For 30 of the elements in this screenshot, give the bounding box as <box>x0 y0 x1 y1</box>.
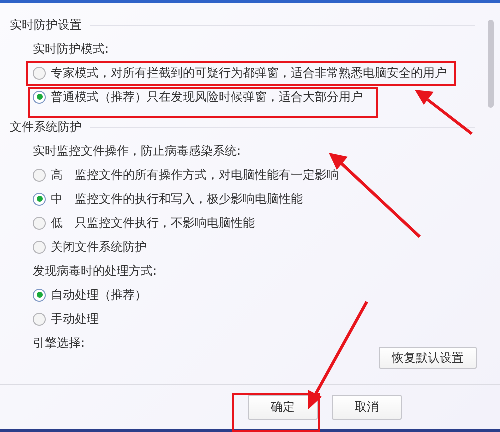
option-level: 高 <box>51 166 63 184</box>
ok-button[interactable]: 确定 <box>248 394 318 420</box>
group-label: 引擎选择: <box>32 335 86 352</box>
option-level: 低 <box>51 214 63 232</box>
group-label: 实时监控文件操作，防止病毒感染系统: <box>32 143 242 160</box>
radio-button[interactable] <box>33 312 46 326</box>
radio-button[interactable] <box>33 216 46 230</box>
radio-button[interactable] <box>33 192 46 206</box>
radio-button[interactable] <box>33 90 46 104</box>
radio-button[interactable] <box>33 288 46 302</box>
option-label[interactable]: 普通模式（推荐）只在发现风险时候弹窗，适合大部分用户 <box>51 88 363 106</box>
option-label[interactable]: 手动处理 <box>51 310 99 328</box>
option-label[interactable]: 只监控文件执行，不影响电脑性能 <box>75 214 255 232</box>
cancel-button[interactable]: 取消 <box>332 394 402 420</box>
section-title: 文件系统防护 <box>10 118 82 136</box>
group-label: 实时防护模式: <box>32 41 110 58</box>
option-label[interactable]: 自动处理（推荐） <box>51 286 147 304</box>
group-label: 发现病毒时的处理方式: <box>32 263 158 280</box>
option-level: 中 <box>51 190 63 208</box>
radio-button[interactable] <box>33 66 46 80</box>
section-title: 实时防护设置 <box>10 16 82 34</box>
arrow <box>415 90 473 136</box>
restore-defaults-button[interactable]: 恢复默认设置 <box>379 347 477 369</box>
option-label[interactable]: 专家模式，对所有拦截到的可疑行为都弹窗，适合非常熟悉电脑安全的用户 <box>51 64 447 82</box>
radio-button[interactable] <box>33 168 46 182</box>
option-label[interactable]: 关闭文件系统防护 <box>51 238 147 256</box>
scrollbar-thumb[interactable] <box>488 20 494 108</box>
radio-button[interactable] <box>33 240 46 254</box>
option-label[interactable]: 监控文件的执行和写入，极少影响电脑性能 <box>75 190 303 208</box>
option-label[interactable]: 监控文件的所有操作方式，对电脑性能有一定影响 <box>75 166 339 184</box>
